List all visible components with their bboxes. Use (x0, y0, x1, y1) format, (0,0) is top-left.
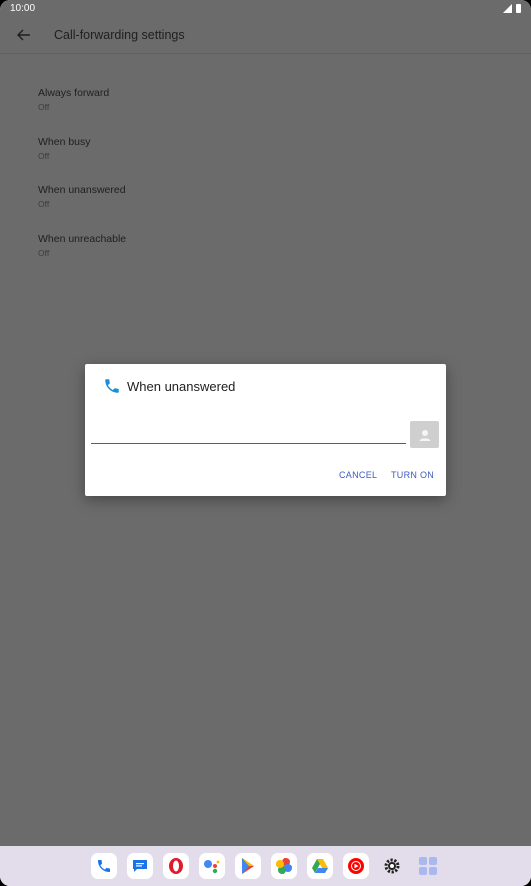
back-button[interactable] (4, 16, 44, 54)
app-drawer-icon[interactable] (415, 853, 441, 879)
phone-icon (105, 379, 119, 393)
page-title: Call-forwarding settings (54, 27, 185, 42)
phone-app-icon[interactable] (90, 853, 117, 879)
app-bar: Call-forwarding settings (0, 16, 531, 54)
status-icons (503, 3, 521, 13)
dock (0, 846, 531, 886)
turn-on-button[interactable]: TURN ON (391, 470, 434, 480)
settings-app-icon[interactable] (379, 853, 405, 879)
pref-title: When unreachable (38, 233, 127, 245)
pref-when-busy[interactable]: When busy Off (38, 136, 91, 161)
contact-icon (419, 429, 430, 441)
photos-app-icon[interactable] (270, 853, 297, 879)
play-store-app-icon[interactable] (234, 853, 261, 879)
pref-summary: Off (38, 248, 50, 258)
pref-summary: Off (38, 151, 50, 161)
pref-always-forward[interactable]: Always forward Off (38, 87, 109, 112)
status-time: 10:00 (10, 2, 36, 14)
pref-summary: Off (38, 102, 50, 112)
contact-picker-button[interactable] (410, 421, 439, 448)
phone-number-input[interactable] (91, 421, 406, 444)
dialog-header: When unanswered (103, 377, 235, 395)
pref-when-unreachable[interactable]: When unreachable Off (38, 233, 126, 258)
opera-app-icon[interactable] (162, 853, 189, 879)
pref-title: When busy (38, 136, 91, 148)
assistant-app-icon[interactable] (198, 853, 225, 879)
cancel-button[interactable]: CANCEL (339, 470, 377, 480)
pref-when-unanswered[interactable]: When unanswered Off (38, 184, 126, 209)
messages-app-icon[interactable] (126, 853, 153, 879)
dialog-title: When unanswered (127, 378, 236, 394)
pref-summary: Off (38, 199, 50, 209)
pref-title: When unanswered (38, 184, 126, 196)
status-bar: 10:00 (0, 0, 531, 16)
battery-icon (516, 3, 521, 13)
drive-app-icon[interactable] (306, 853, 333, 879)
arrow-back-icon (17, 29, 30, 40)
signal-icon (503, 3, 512, 13)
screen: 10:00 Call-forwarding settings Always fo… (0, 0, 531, 886)
forwarding-dialog: When unanswered CANCEL TURN ON (85, 364, 446, 496)
pref-title: Always forward (38, 87, 110, 99)
youtube-music-app-icon[interactable] (342, 853, 369, 879)
